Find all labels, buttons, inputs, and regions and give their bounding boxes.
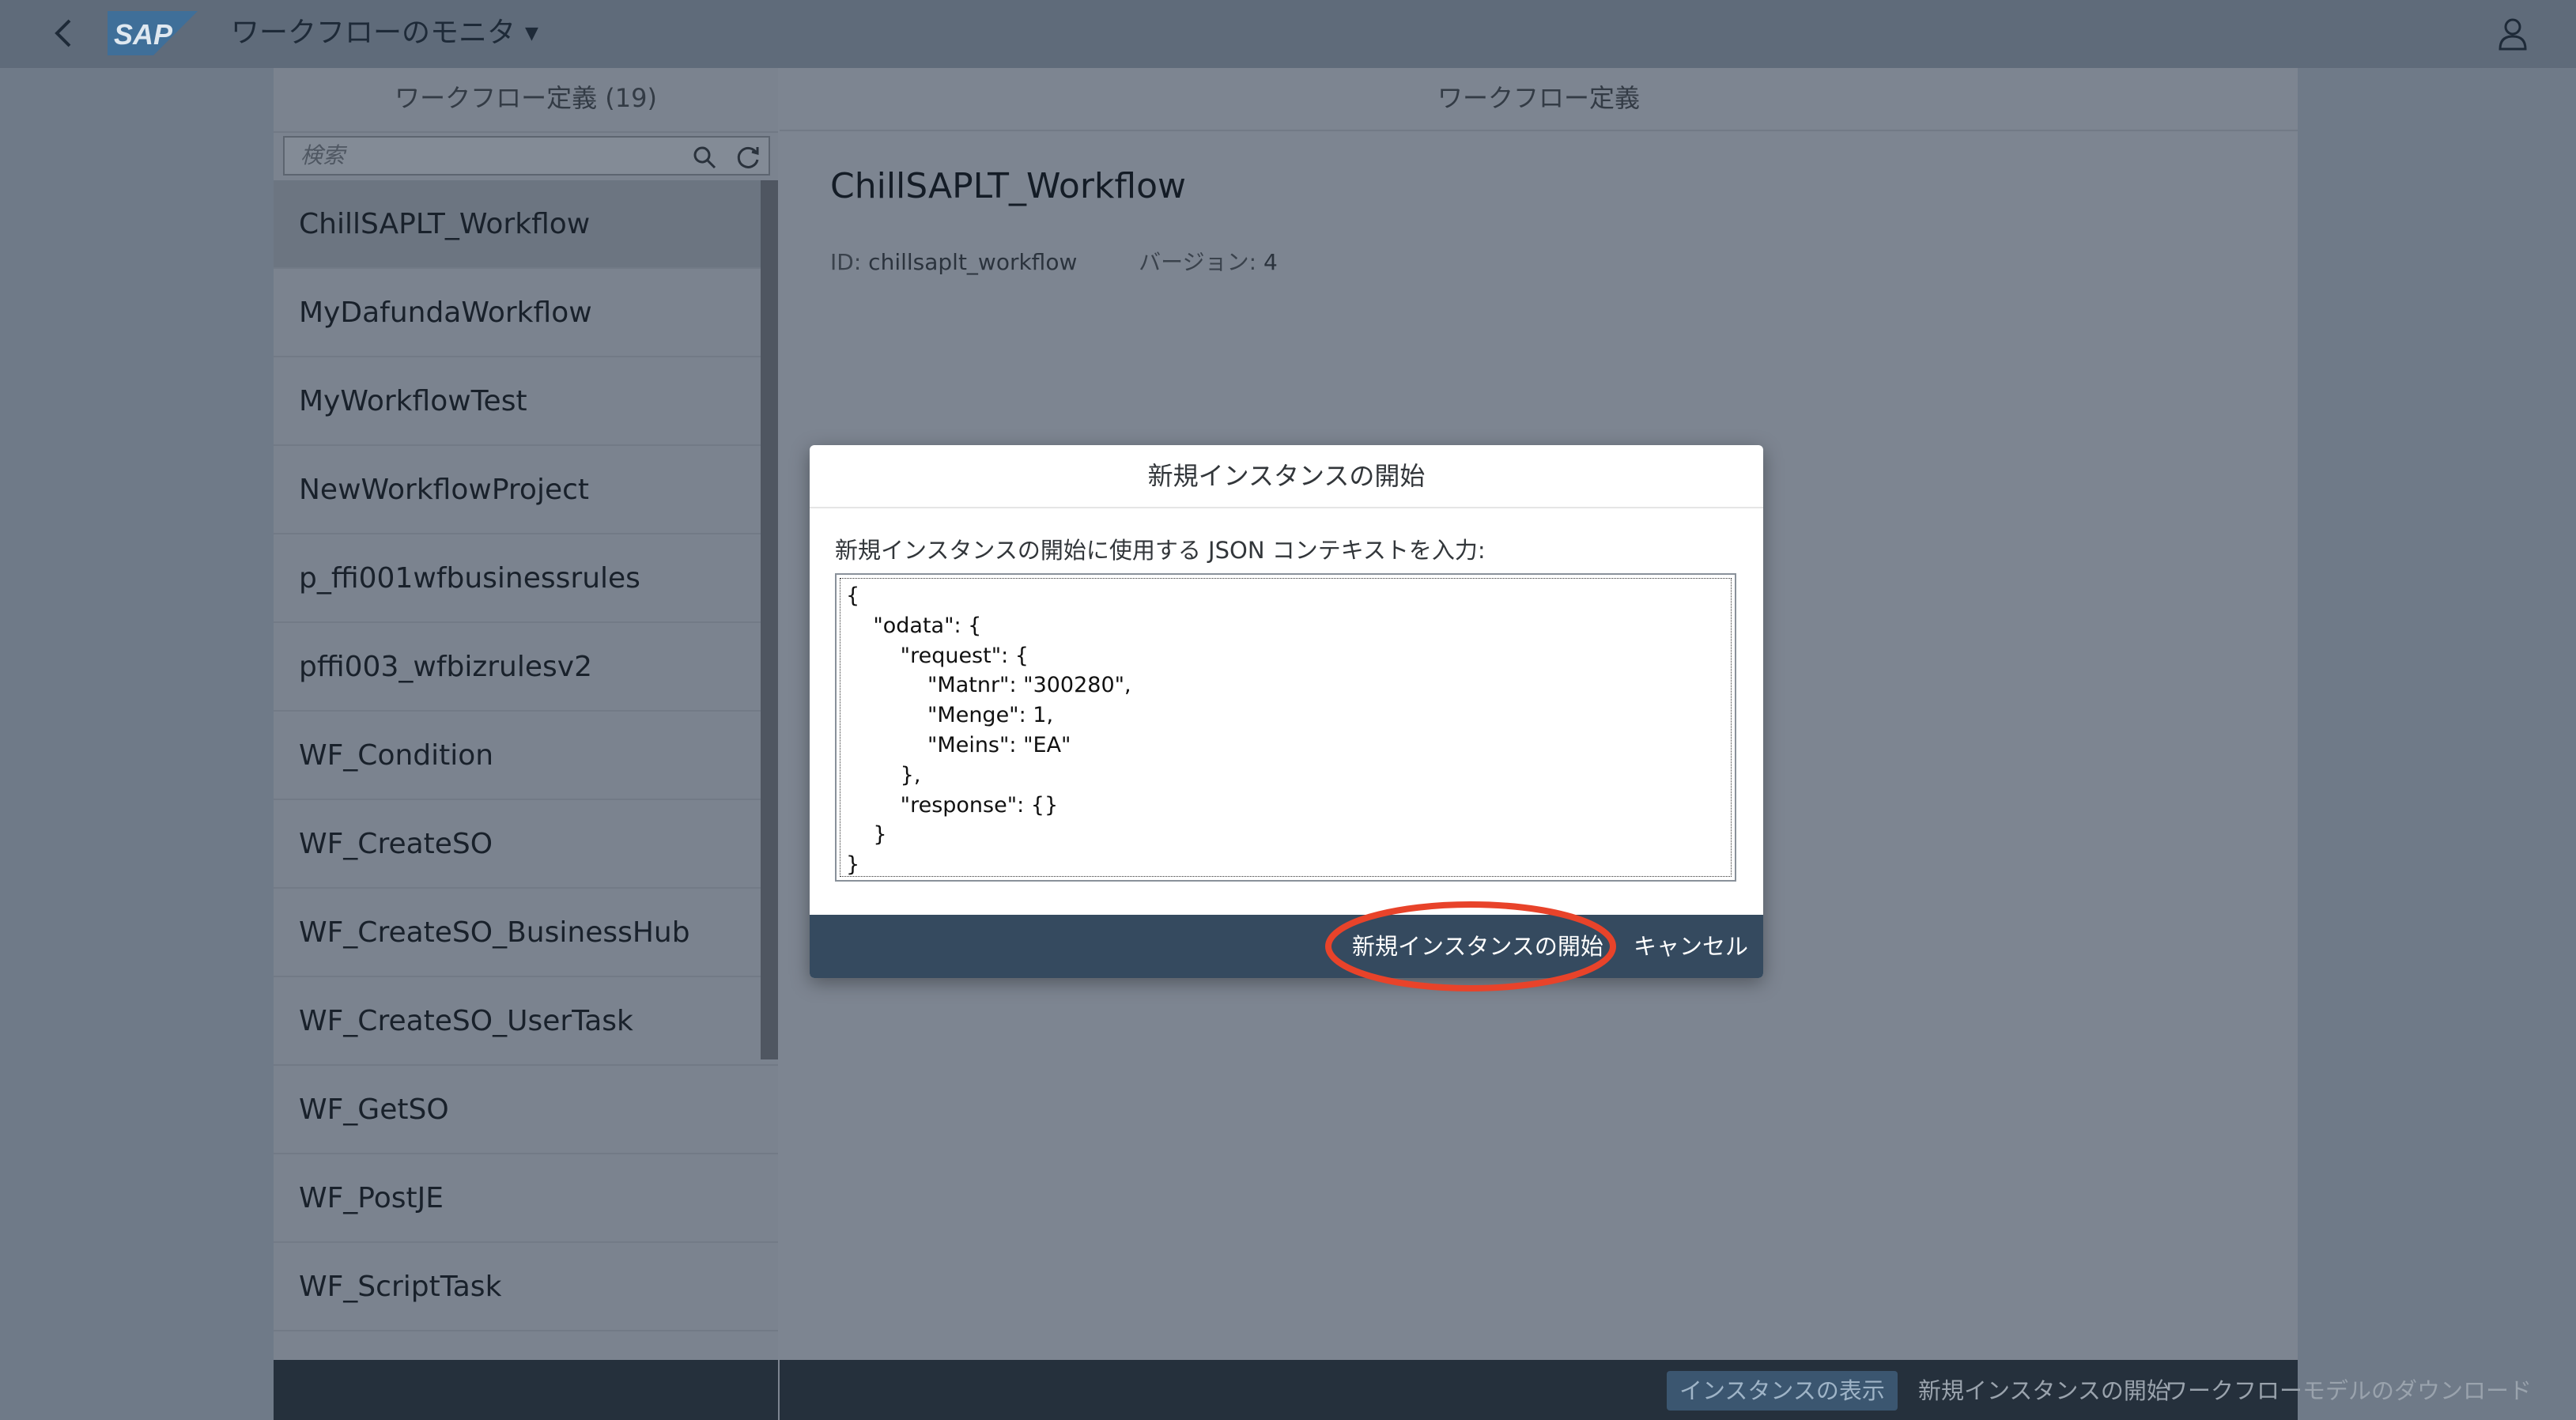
- list-item[interactable]: WF_PostJE: [274, 1154, 778, 1243]
- workflow-definition-list: ChillSAPLT_Workflow MyDafundaWorkflow My…: [274, 180, 778, 1418]
- object-attributes: ID: chillsaplt_workflow バージョン: 4: [830, 245, 1278, 277]
- version-label: バージョン:: [1139, 249, 1257, 275]
- list-item[interactable]: WF_CreateSO_UserTask: [274, 977, 778, 1066]
- json-line: "odata": {: [846, 614, 981, 638]
- list-item[interactable]: MyWorkflowTest: [274, 357, 778, 446]
- dialog-title: 新規インスタンスの開始: [810, 445, 1763, 508]
- id-value: chillsaplt_workflow: [868, 249, 1078, 275]
- list-item[interactable]: WF_CreateSO_BusinessHub: [274, 889, 778, 977]
- json-line: {: [846, 583, 860, 608]
- chevron-left-icon[interactable]: [47, 14, 79, 52]
- version-value: 4: [1263, 249, 1278, 275]
- search-field[interactable]: 検索: [283, 136, 770, 176]
- id-label: ID:: [830, 249, 862, 275]
- json-line: }: [846, 822, 887, 848]
- list-item[interactable]: p_ffi001wfbusinessrules: [274, 534, 778, 623]
- json-line: }: [846, 852, 860, 878]
- json-line: "Matnr": "300280",: [846, 673, 1131, 698]
- highlight-ring: [1325, 901, 1616, 991]
- list-item[interactable]: MyDafundaWorkflow: [274, 269, 778, 357]
- list-item[interactable]: WF_ScriptTask: [274, 1243, 778, 1331]
- list-item[interactable]: WF_GetSO: [274, 1066, 778, 1154]
- start-new-instance-footer-button[interactable]: 新規インスタンスの開始: [1906, 1371, 2182, 1411]
- json-line: "Menge": 1,: [846, 703, 1054, 728]
- master-list-pane: ワークフロー定義 (19) 検索 ChillSAPLT_Workflow MyD…: [274, 68, 778, 1420]
- list-item[interactable]: NewWorkflowProject: [274, 446, 778, 534]
- json-line: "request": {: [846, 643, 1029, 668]
- json-line: },: [846, 762, 921, 787]
- show-instances-button[interactable]: インスタンスの表示: [1667, 1371, 1898, 1411]
- shell-bar: SAP ワークフローのモニタ ▼: [0, 0, 2576, 68]
- list-item[interactable]: ChillSAPLT_Workflow: [274, 180, 778, 269]
- master-footer: [274, 1360, 778, 1420]
- list-item[interactable]: WF_CreateSO: [274, 800, 778, 889]
- svg-text:SAP: SAP: [114, 18, 173, 51]
- json-context-textarea[interactable]: { "odata": { "request": { "Matnr": "3002…: [835, 573, 1736, 882]
- list-scrollbar[interactable]: [761, 180, 778, 1059]
- master-header: ワークフロー定義 (19): [274, 68, 778, 133]
- detail-header: ワークフロー定義: [780, 68, 2298, 131]
- object-title: ChillSAPLT_Workflow: [830, 166, 1187, 206]
- json-line: "response": {}: [846, 792, 1059, 818]
- list-item[interactable]: pffi003_wfbizrulesv2: [274, 623, 778, 712]
- json-content: { "odata": { "request": { "Matnr": "3002…: [846, 581, 1131, 880]
- download-model-button[interactable]: ワークフローモデルのダウンロード: [2152, 1371, 2544, 1411]
- json-line: "odata": {: [846, 613, 982, 638]
- search-icon[interactable]: [691, 144, 718, 171]
- start-instance-dialog: 新規インスタンスの開始 新規インスタンスの開始に使用する JSON コンテキスト…: [810, 445, 1763, 978]
- sap-logo: SAP: [108, 11, 198, 55]
- cancel-button[interactable]: キャンセル: [1634, 927, 1748, 966]
- json-line: "Meins": "EA": [846, 732, 1071, 757]
- list-item[interactable]: WF_Condition: [274, 712, 778, 800]
- caret-down-icon: ▼: [525, 24, 538, 43]
- json-context-label: 新規インスタンスの開始に使用する JSON コンテキストを入力:: [835, 537, 1486, 564]
- detail-footer-toolbar: インスタンスの表示 新規インスタンスの開始 ワークフローモデルのダウンロード: [780, 1360, 2532, 1420]
- refresh-icon[interactable]: [735, 144, 762, 171]
- dialog-footer: 新規インスタンスの開始 キャンセル: [810, 915, 1763, 978]
- search-placeholder: 検索: [300, 142, 346, 168]
- app-title[interactable]: ワークフローのモニタ ▼: [231, 13, 538, 55]
- user-icon[interactable]: [2497, 16, 2529, 52]
- app-title-text: ワークフローのモニタ: [231, 17, 516, 49]
